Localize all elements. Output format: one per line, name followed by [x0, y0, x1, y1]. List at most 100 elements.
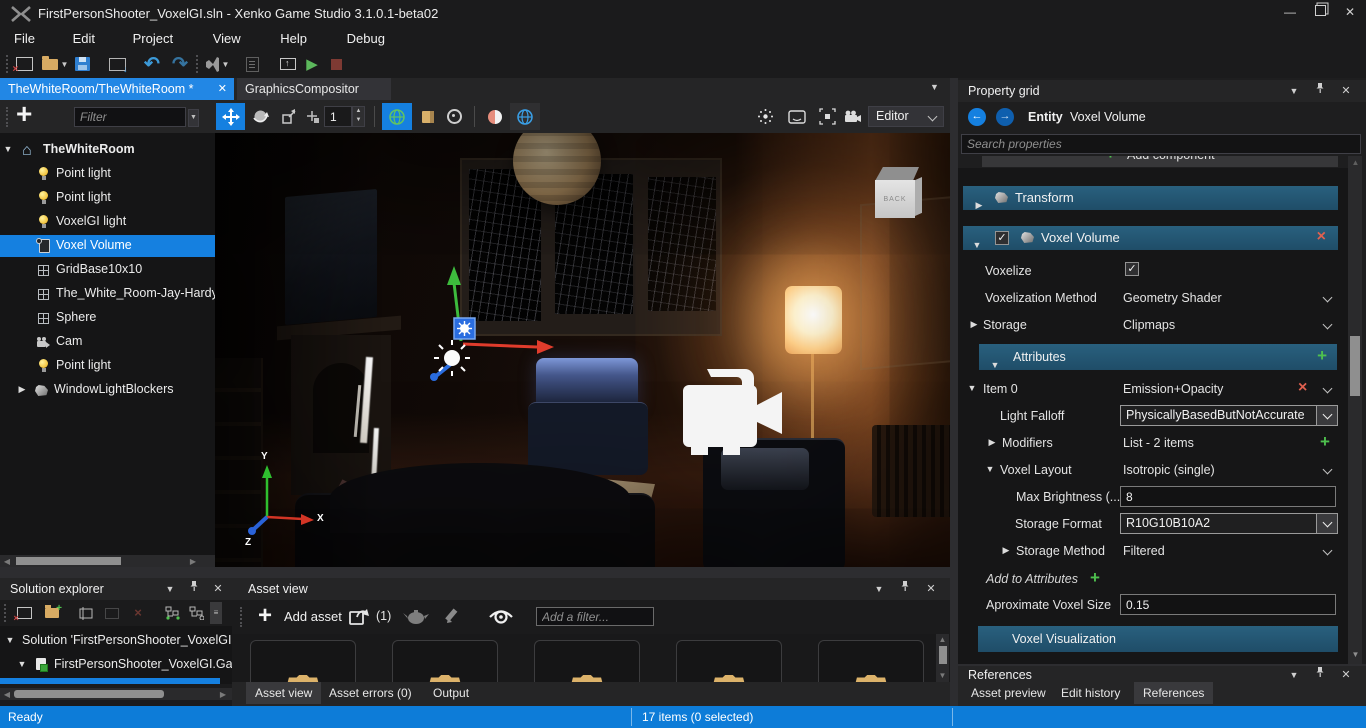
- expander-closed-icon[interactable]: ▶: [986, 437, 998, 448]
- property-value[interactable]: Geometry Shader: [1123, 291, 1222, 305]
- expander-closed-icon[interactable]: ▶: [1000, 545, 1012, 556]
- property-value[interactable]: Emission+Opacity: [1123, 382, 1223, 396]
- menu-help[interactable]: Help: [268, 28, 319, 50]
- script-reload-icon[interactable]: [240, 53, 264, 75]
- scale-mode-button[interactable]: [276, 103, 301, 130]
- scene-viewport[interactable]: Y X Z BACK: [215, 133, 955, 570]
- scroll-right-icon[interactable]: ▶: [218, 690, 228, 699]
- visual-studio-icon[interactable]: ▼: [202, 53, 232, 75]
- save-icon[interactable]: [70, 53, 94, 75]
- close-icon[interactable]: ✕: [208, 578, 228, 600]
- voxel-visualization-section-header[interactable]: Voxel Visualization: [978, 626, 1338, 652]
- scroll-up-icon[interactable]: ▲: [938, 635, 947, 644]
- visibility-button[interactable]: [442, 103, 466, 130]
- scroll-down-icon[interactable]: ▼: [1351, 650, 1360, 659]
- chevron-down-icon[interactable]: [1323, 384, 1333, 394]
- voxel-volume-section-header[interactable]: ▼ ✓ Voxel Volume ×: [963, 226, 1338, 250]
- render-mode-button[interactable]: [784, 103, 810, 130]
- attributes-section-header[interactable]: ▼ Attributes +: [979, 344, 1337, 370]
- solution-hscrollbar[interactable]: ◀ ▶: [0, 688, 232, 700]
- expander-open-icon[interactable]: ▼: [4, 635, 16, 645]
- tab-asset-preview[interactable]: Asset preview: [962, 682, 1055, 704]
- toolrow-grip[interactable]: [6, 107, 10, 127]
- property-value[interactable]: Filtered: [1123, 544, 1165, 558]
- undo-icon[interactable]: ↶: [140, 53, 164, 75]
- tab-output[interactable]: Output: [424, 682, 478, 704]
- pin-icon[interactable]: [1310, 80, 1330, 102]
- property-vscrollbar[interactable]: ▲ ▼: [1348, 156, 1362, 664]
- toolbar-grip[interactable]: [240, 607, 244, 627]
- capture-window-icon[interactable]: ↓: [105, 53, 129, 75]
- play-icon[interactable]: ▶: [300, 53, 324, 75]
- tree-item-cam[interactable]: Cam: [0, 331, 215, 353]
- scroll-right-icon[interactable]: ▶: [188, 557, 198, 566]
- rotate-mode-button[interactable]: [247, 103, 274, 130]
- project-node[interactable]: ▼ FirstPersonShooter_VoxelGI.Game: [0, 654, 232, 676]
- asset-filter-input[interactable]: [536, 607, 654, 626]
- add-attribute-icon[interactable]: +: [1317, 349, 1327, 363]
- tree-item-point-light[interactable]: Point light: [0, 187, 215, 209]
- tab-close-icon[interactable]: ✕: [218, 78, 227, 100]
- panel-menu-icon[interactable]: ▼: [869, 578, 889, 600]
- tree-item-point-light[interactable]: Point light: [0, 355, 215, 377]
- menu-view[interactable]: View: [201, 28, 253, 50]
- lighting-options-button[interactable]: [752, 103, 778, 130]
- scroll-thumb[interactable]: [1350, 336, 1360, 396]
- selection-mode-button[interactable]: [814, 103, 840, 130]
- add-asset-label[interactable]: Add asset: [284, 609, 342, 624]
- menu-file[interactable]: File: [2, 28, 47, 50]
- panel-menu-icon[interactable]: ▼: [160, 578, 180, 600]
- approx-voxel-size-input[interactable]: [1120, 594, 1336, 615]
- scroll-left-icon[interactable]: ◀: [2, 557, 12, 566]
- pin-icon[interactable]: [184, 578, 204, 600]
- combobox-button[interactable]: [1316, 406, 1337, 425]
- add-to-attributes-icon[interactable]: +: [1090, 571, 1100, 585]
- light-falloff-combobox[interactable]: PhysicallyBasedButNotAccurate: [1120, 405, 1338, 426]
- property-search-input[interactable]: [961, 134, 1361, 154]
- build-icon[interactable]: ↑: [276, 53, 300, 75]
- property-grid-header[interactable]: Property grid ▼ ✕: [958, 80, 1366, 102]
- tree-item-sphere[interactable]: Sphere: [0, 307, 215, 329]
- expander-open-icon[interactable]: ▼: [984, 464, 996, 474]
- add-component-row-clipped[interactable]: + Add component: [958, 156, 1350, 168]
- tree-item-gridbase[interactable]: GridBase10x10: [0, 259, 215, 281]
- eye-icon[interactable]: [488, 605, 514, 628]
- scroll-thumb[interactable]: [14, 690, 164, 698]
- tree-item-voxel-volume-selected[interactable]: Voxel Volume: [0, 235, 215, 257]
- translate-mode-button[interactable]: [216, 103, 245, 130]
- nav-cube[interactable]: BACK: [875, 180, 915, 218]
- expander-open-icon[interactable]: ▼: [2, 144, 14, 154]
- toolbar-grip[interactable]: [196, 55, 200, 73]
- scroll-left-icon[interactable]: ◀: [2, 690, 12, 699]
- tab-asset-view[interactable]: Asset view: [246, 682, 321, 704]
- export-icon[interactable]: [348, 606, 372, 629]
- toolbar-grip[interactable]: [4, 604, 8, 622]
- tab-asset-errors[interactable]: Asset errors (0): [320, 682, 421, 704]
- redo-icon[interactable]: ↷: [168, 53, 192, 75]
- expander-open-icon[interactable]: ▼: [16, 659, 28, 669]
- remove-item-icon[interactable]: ×: [1298, 381, 1307, 395]
- combobox-button[interactable]: [1316, 514, 1337, 533]
- tree-hscrollbar[interactable]: ◀ ▶: [0, 555, 215, 567]
- tab-thewhiteroom[interactable]: TheWhiteRoom/TheWhiteRoom * ✕: [0, 78, 234, 100]
- asset-vscrollbar[interactable]: ▲ ▼: [936, 634, 949, 682]
- toolbar-overflow-handle[interactable]: ≡: [210, 602, 222, 624]
- expand-tree-icon[interactable]: [184, 602, 208, 624]
- world-space-button[interactable]: [382, 103, 412, 130]
- scroll-down-icon[interactable]: ▼: [938, 671, 947, 680]
- nav-cube-side[interactable]: [915, 177, 922, 216]
- expander-open-icon[interactable]: ▼: [966, 383, 978, 393]
- max-brightness-input[interactable]: [1120, 486, 1336, 507]
- new-item-icon[interactable]: ×: [12, 602, 36, 624]
- snap-move-button[interactable]: [301, 103, 323, 130]
- splitter[interactable]: [0, 567, 955, 578]
- menu-project[interactable]: Project: [121, 28, 185, 50]
- close-button[interactable]: ✕: [1336, 0, 1364, 24]
- chevron-down-icon[interactable]: [1323, 546, 1333, 556]
- expander-closed-icon[interactable]: ▶: [16, 384, 28, 395]
- rename-icon[interactable]: [74, 602, 98, 624]
- transform-section-header[interactable]: ▶ Transform: [963, 186, 1338, 210]
- tree-item-voxelgi-light[interactable]: VoxelGI light: [0, 211, 215, 233]
- chevron-down-icon[interactable]: [1323, 293, 1333, 303]
- collapse-tree-icon[interactable]: [160, 602, 184, 624]
